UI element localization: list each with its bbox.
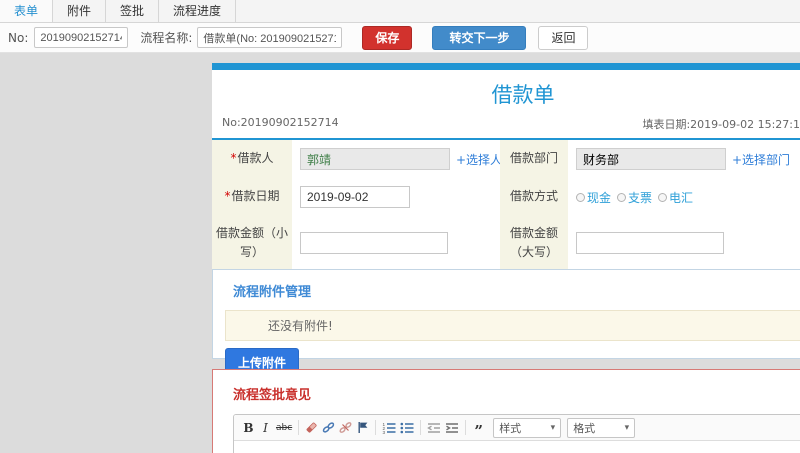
toolbar-separator — [298, 420, 300, 435]
editor-toolbar: B I abc 123 ” 样式 ▾ 格式 ▾ — [234, 415, 800, 441]
toolbar-separator — [420, 420, 422, 435]
unlink-icon[interactable] — [337, 418, 354, 438]
no-attachment-alert: 还没有附件! — [225, 310, 800, 341]
attachment-section-title: 流程附件管理 — [233, 285, 312, 300]
no-label: No: — [8, 30, 29, 45]
toolbar: No: 流程名称: 保存 转交下一步 返回 — [0, 23, 800, 53]
style-select[interactable]: 样式 ▾ — [493, 417, 562, 438]
radio-icon[interactable] — [617, 192, 627, 202]
amount-small-input[interactable] — [300, 232, 448, 255]
amount-small-cell — [292, 216, 500, 270]
format-select[interactable]: 格式 ▾ — [567, 417, 636, 438]
radio-check[interactable]: 支票 — [617, 189, 652, 206]
forward-next-step-button[interactable]: 转交下一步 — [432, 25, 527, 50]
radio-icon[interactable] — [576, 192, 585, 202]
numbered-list-icon[interactable]: 123 — [380, 418, 398, 438]
loan-date-label: *借款日期 — [212, 178, 292, 216]
process-name-label: 流程名称: — [140, 31, 193, 45]
anchor-icon[interactable] — [354, 418, 371, 438]
department-label: 借款部门 — [500, 140, 568, 178]
form-header-meta: No:20190902152714 填表日期:2019-09-02 15:27:… — [212, 111, 800, 140]
panel-top-bar — [212, 63, 800, 70]
no-input[interactable] — [34, 27, 129, 48]
loan-method-cell: 现金 支票 电汇 — [568, 178, 800, 216]
toolbar-separator — [465, 420, 467, 435]
required-asterisk: * — [230, 151, 237, 166]
form-date-text: 填表日期:2019-09-02 15:27:1 — [642, 118, 800, 131]
save-button[interactable]: 保存 — [362, 25, 413, 50]
bulleted-list-icon[interactable] — [398, 418, 416, 438]
form-title: 借款单 — [491, 83, 555, 107]
radio-cash[interactable]: 现金 — [576, 189, 611, 206]
borrower-cell: +选择人员 — [292, 140, 514, 178]
toolbar-separator — [375, 420, 377, 435]
attachment-card: 流程附件管理 还没有附件! 上传附件 — [212, 269, 800, 377]
tab-process-progress[interactable]: 流程进度 — [159, 0, 237, 22]
amount-small-label: 借款金额（小写） — [212, 216, 292, 271]
remove-format-icon[interactable] — [303, 418, 320, 438]
required-asterisk: * — [224, 189, 231, 204]
svg-text:3: 3 — [383, 429, 386, 433]
tab-form[interactable]: 表单 — [0, 0, 54, 22]
rich-text-editor: B I abc 123 ” 样式 ▾ 格式 ▾ — [233, 414, 800, 453]
link-icon[interactable] — [320, 418, 337, 438]
blockquote-icon[interactable]: ” — [470, 418, 487, 438]
radio-wire-transfer[interactable]: 电汇 — [658, 189, 693, 206]
tab-attachment[interactable]: 附件 — [53, 0, 107, 22]
borrower-input[interactable] — [300, 148, 450, 170]
chevron-down-icon: ▾ — [624, 422, 630, 433]
approval-card: 流程签批意见 B I abc 1 2 3 ” 样式 ▾ 格式 ▾ — [212, 369, 800, 453]
tab-bar: 表单 附件 签批 流程进度 — [0, 0, 800, 23]
italic-icon[interactable]: I — [257, 418, 274, 438]
editor-content-area[interactable] — [234, 441, 800, 453]
back-button[interactable]: 返回 — [538, 25, 589, 50]
radio-icon[interactable] — [658, 192, 668, 202]
amount-big-label: 借款金额（大写） — [500, 216, 568, 271]
amount-big-input[interactable] — [576, 232, 724, 255]
form-no-text: No:20190902152714 — [222, 116, 339, 129]
approval-section-title: 流程签批意见 — [233, 388, 312, 403]
loan-date-input[interactable] — [300, 186, 410, 208]
bold-icon[interactable]: B — [240, 418, 257, 438]
borrower-label: *借款人 — [212, 140, 292, 178]
amount-big-cell — [568, 216, 800, 270]
loan-date-cell — [292, 178, 500, 216]
chevron-down-icon: ▾ — [550, 422, 556, 433]
content-area: 借款单 No:20190902152714 填表日期:2019-09-02 15… — [0, 54, 800, 453]
strikethrough-icon[interactable]: abc — [274, 418, 294, 438]
indent-icon[interactable] — [443, 418, 461, 438]
loan-method-radio-group: 现金 支票 电汇 — [576, 189, 693, 206]
process-name-input[interactable] — [197, 27, 343, 48]
department-cell: +选择部门 — [568, 140, 800, 178]
outdent-icon[interactable] — [425, 418, 443, 438]
select-department-link[interactable]: +选择部门 — [732, 151, 790, 168]
department-input[interactable] — [576, 148, 726, 170]
loan-method-label: 借款方式 — [500, 178, 568, 216]
tab-approval[interactable]: 签批 — [106, 0, 160, 22]
